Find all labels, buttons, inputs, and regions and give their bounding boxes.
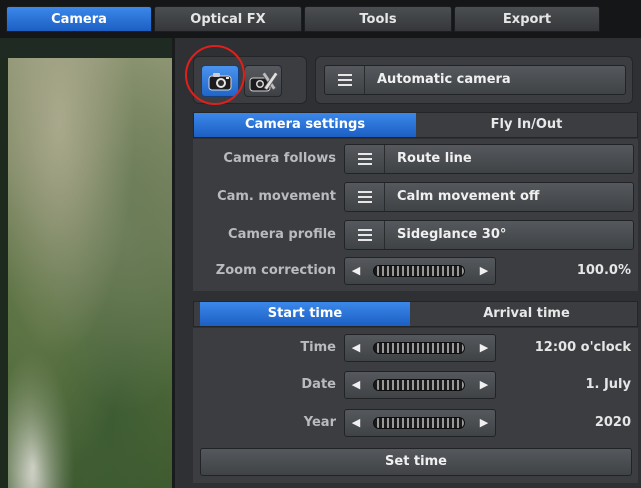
map-preview[interactable] bbox=[0, 38, 175, 488]
date-slider[interactable]: ◀ ▶ bbox=[344, 371, 496, 399]
slider-thumb[interactable] bbox=[373, 379, 465, 391]
set-time-button[interactable]: Set time bbox=[200, 448, 632, 476]
camera-profile-dropdown[interactable]: Sideglance 30° bbox=[344, 220, 634, 250]
time-subtabs: Start time Arrival time bbox=[193, 301, 638, 327]
camera-panel: Automatic camera Camera settings Fly In/… bbox=[178, 38, 641, 488]
main-tab-bar: Camera Optical FX Tools Export bbox=[0, 0, 641, 38]
automatic-camera-label: Automatic camera bbox=[377, 72, 511, 87]
camera-profile-value: Sideglance 30° bbox=[397, 227, 507, 242]
zoom-correction-value: 100.0% bbox=[576, 263, 631, 278]
right-arrow-icon[interactable]: ▶ bbox=[473, 410, 495, 436]
cam-movement-label: Cam. movement bbox=[217, 189, 336, 204]
time-value: 12:00 o'clock bbox=[534, 340, 631, 355]
left-arrow-icon[interactable]: ◀ bbox=[345, 258, 367, 284]
camera-tool-button[interactable] bbox=[244, 65, 282, 97]
camera-subtabs: Camera settings Fly In/Out bbox=[193, 112, 638, 138]
left-arrow-icon[interactable]: ◀ bbox=[345, 410, 367, 436]
left-arrow-icon[interactable]: ◀ bbox=[345, 372, 367, 398]
year-value: 2020 bbox=[594, 415, 631, 430]
tab-tools[interactable]: Tools bbox=[304, 6, 452, 32]
time-slider[interactable]: ◀ ▶ bbox=[344, 334, 496, 362]
menu-list-icon bbox=[345, 183, 385, 211]
camera-follows-label: Camera follows bbox=[223, 151, 336, 166]
zoom-correction-slider[interactable]: ◀ ▶ bbox=[344, 257, 496, 285]
menu-list-icon bbox=[325, 66, 365, 94]
tab-start-time[interactable]: Start time bbox=[200, 302, 410, 326]
cam-movement-value: Calm movement off bbox=[397, 189, 540, 204]
automatic-camera-group: Automatic camera bbox=[315, 56, 633, 104]
camera-profile-label: Camera profile bbox=[228, 227, 336, 242]
cam-movement-dropdown[interactable]: Calm movement off bbox=[344, 182, 634, 212]
tab-export[interactable]: Export bbox=[454, 6, 600, 32]
camera-follows-dropdown[interactable]: Route line bbox=[344, 144, 634, 174]
zoom-correction-label: Zoom correction bbox=[215, 263, 336, 278]
year-slider[interactable]: ◀ ▶ bbox=[344, 409, 496, 437]
time-label: Time bbox=[300, 340, 336, 355]
slider-thumb[interactable] bbox=[373, 342, 465, 354]
menu-list-icon bbox=[345, 145, 385, 173]
map-border bbox=[0, 58, 8, 488]
date-label: Date bbox=[301, 377, 336, 392]
slider-thumb[interactable] bbox=[373, 417, 465, 429]
right-arrow-icon[interactable]: ▶ bbox=[473, 258, 495, 284]
menu-list-icon bbox=[345, 221, 385, 249]
camera-settings-icon bbox=[249, 71, 279, 92]
right-arrow-icon[interactable]: ▶ bbox=[473, 372, 495, 398]
tab-fly-in-out[interactable]: Fly In/Out bbox=[416, 113, 637, 137]
slider-thumb[interactable] bbox=[373, 265, 465, 277]
highlight-circle bbox=[185, 45, 245, 105]
year-label: Year bbox=[303, 415, 336, 430]
camera-mode-group bbox=[185, 45, 307, 105]
satellite-map-image[interactable] bbox=[8, 58, 172, 488]
right-arrow-icon[interactable]: ▶ bbox=[473, 335, 495, 361]
automatic-camera-dropdown[interactable]: Automatic camera bbox=[324, 65, 626, 95]
tab-camera-settings[interactable]: Camera settings bbox=[194, 113, 416, 137]
left-arrow-icon[interactable]: ◀ bbox=[345, 335, 367, 361]
date-value: 1. July bbox=[585, 377, 631, 392]
camera-follows-value: Route line bbox=[397, 151, 472, 166]
tab-arrival-time[interactable]: Arrival time bbox=[416, 302, 637, 326]
tab-optical-fx[interactable]: Optical FX bbox=[154, 6, 302, 32]
tab-camera[interactable]: Camera bbox=[6, 6, 152, 32]
